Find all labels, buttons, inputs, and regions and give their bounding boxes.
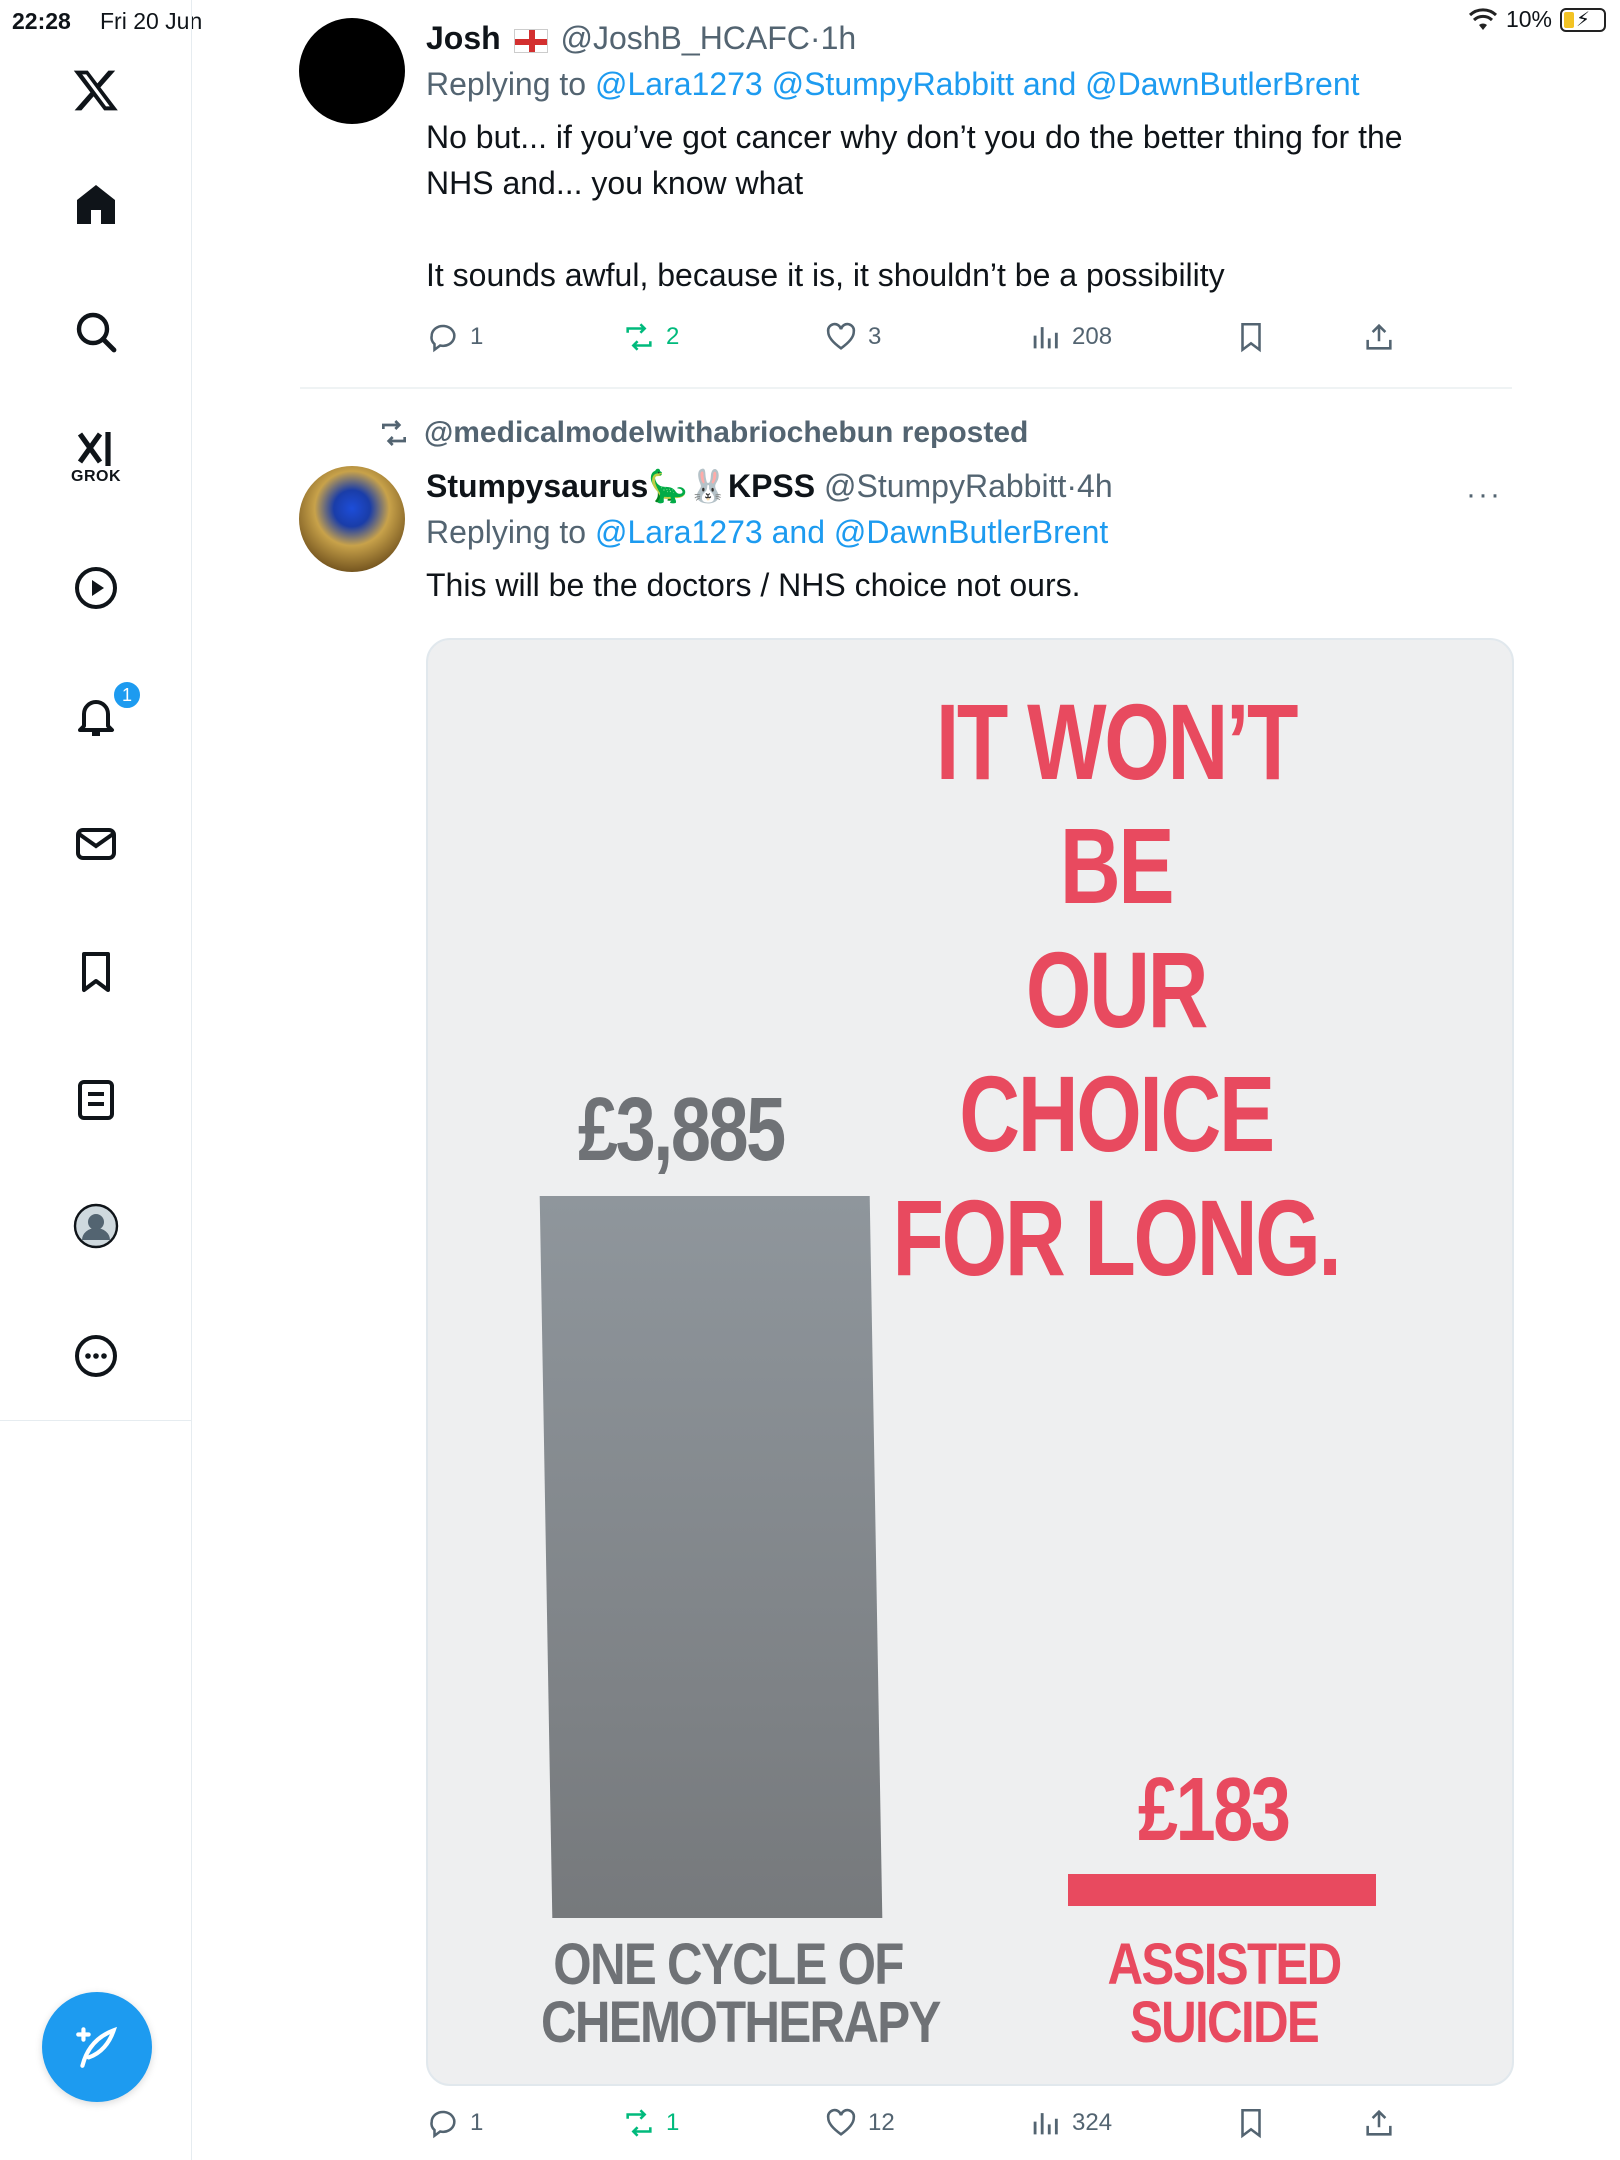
like-count: 12	[868, 2109, 895, 2136]
category-line: SUICIDE	[1129, 1990, 1320, 2055]
author-handle[interactable]: @JoshB_HCAFC	[560, 20, 809, 56]
profile-avatar-icon[interactable]	[70, 1200, 122, 1252]
video-play-icon[interactable]	[70, 562, 122, 614]
bookmark-icon	[1241, 322, 1261, 353]
repost-icon	[626, 2109, 652, 2137]
chart-category-suicide: ASSISTED SUICIDE	[1063, 1936, 1386, 2052]
england-flag-icon	[513, 28, 548, 53]
more-circle-icon[interactable]	[70, 1330, 122, 1382]
reply-button[interactable]: 1	[426, 2106, 483, 2140]
header-separator: ·	[809, 20, 821, 56]
share-button[interactable]	[1362, 2106, 1396, 2140]
category-line: ONE CYCLE OF	[553, 1932, 904, 1997]
chart-value-label-suicide: £183	[1138, 1760, 1291, 1860]
sidebar-divider	[0, 1420, 192, 1421]
tweet-text-line: It sounds awful, because it is, it shoul…	[426, 257, 1225, 293]
chart-bar-assisted-suicide	[1068, 1874, 1376, 1906]
poster-title-line: FOR LONG.	[892, 1177, 1342, 1298]
views-chart-icon	[1033, 2113, 1058, 2135]
reply-icon	[430, 2110, 456, 2139]
x-logo-icon[interactable]	[70, 64, 122, 116]
tweet-image[interactable]: IT WON’T BE OUR CHOICE FOR LONG. £3,885 …	[426, 638, 1514, 2086]
reply-count: 1	[470, 323, 484, 350]
views-count: 208	[1072, 323, 1113, 350]
repost-button[interactable]: 2	[622, 320, 679, 354]
notifications-badge: 1	[112, 680, 142, 710]
tweet-actions: 1 2 3 208	[426, 320, 1516, 364]
author-name[interactable]: Josh	[426, 20, 501, 56]
author-handle[interactable]: @StumpyRabbitt	[824, 468, 1066, 504]
share-button[interactable]	[1362, 320, 1396, 354]
replying-to-links[interactable]: @Lara1273 @StumpyRabbitt and @DawnButler…	[595, 66, 1360, 102]
share-icon	[1366, 2109, 1392, 2136]
sidebar: GROK 1	[0, 0, 192, 2160]
avatar-stumpysaurus[interactable]	[299, 466, 405, 572]
avatar-josh[interactable]	[299, 18, 405, 124]
repost-count: 2	[666, 323, 680, 350]
share-icon	[1366, 323, 1392, 350]
poster-title-line: IT WON’T BE	[935, 681, 1299, 926]
tweet-text-line: No but... if you’ve got cancer why don’t…	[426, 119, 1403, 155]
tweet-header: Stumpysaurus🦕🐰KPSS @StumpyRabbitt·4h	[426, 466, 1516, 506]
replying-to: Replying to @Lara1273 and @DawnButlerBre…	[426, 510, 1516, 554]
repost-context-label: @medicalmodelwithabriochebun reposted	[424, 416, 1029, 449]
tweet-text: No but... if you’ve got cancer why don’t…	[426, 114, 1516, 298]
heart-icon	[826, 322, 856, 350]
tweet-josh[interactable]: Josh @JoshB_HCAFC·1h Replying to @Lara12…	[299, 18, 1512, 378]
search-icon[interactable]	[70, 306, 122, 358]
repost-icon	[382, 420, 406, 446]
reply-icon	[430, 324, 456, 353]
notifications-bell-icon[interactable]: 1	[70, 680, 142, 742]
tweet-divider	[300, 387, 1512, 389]
lists-icon[interactable]	[70, 1074, 122, 1126]
bookmark-button[interactable]	[1234, 320, 1268, 354]
bookmark-icon	[1241, 2108, 1261, 2139]
like-button[interactable]: 12	[824, 2106, 895, 2140]
poster-title: IT WON’T BE OUR CHOICE FOR LONG.	[882, 680, 1350, 1300]
repost-count: 1	[666, 2109, 680, 2136]
compose-post-button[interactable]	[42, 1992, 152, 2102]
repost-context[interactable]: @medicalmodelwithabriochebun reposted	[378, 416, 1028, 450]
tweet-header: Josh @JoshB_HCAFC·1h	[426, 18, 1516, 58]
tweet-text-line: NHS and... you know what	[426, 165, 804, 201]
author-name[interactable]: Stumpysaurus🦕🐰KPSS	[426, 468, 815, 504]
reply-count: 1	[470, 2109, 484, 2136]
views-button[interactable]: 208	[1028, 320, 1112, 354]
tweet-time[interactable]: 1h	[821, 20, 857, 56]
category-line: ASSISTED	[1107, 1932, 1343, 1997]
like-button[interactable]: 3	[824, 320, 881, 354]
repost-icon	[626, 323, 652, 351]
poster-title-line: OUR CHOICE	[959, 929, 1275, 1174]
replying-to: Replying to @Lara1273 @StumpyRabbitt and…	[426, 62, 1516, 106]
views-chart-icon	[1033, 327, 1058, 349]
chart-bar-chemotherapy	[539, 1196, 883, 1918]
compose-feather-icon	[76, 2026, 118, 2068]
like-count: 3	[868, 323, 882, 350]
home-icon[interactable]	[70, 178, 122, 230]
bookmark-button[interactable]	[1234, 2106, 1268, 2140]
replying-to-label: Replying to	[426, 66, 587, 102]
views-button[interactable]: 324	[1028, 2106, 1112, 2140]
grok-icon[interactable]: GROK	[70, 424, 122, 485]
category-line: CHEMOTHERAPY	[541, 1990, 941, 2055]
replying-to-links[interactable]: @Lara1273 and @DawnButlerBrent	[595, 514, 1108, 550]
chart-category-chemo: ONE CYCLE OF CHEMOTHERAPY	[541, 1932, 941, 2055]
repost-button[interactable]: 1	[622, 2106, 679, 2140]
header-separator: ·	[1066, 468, 1078, 504]
tweet-time[interactable]: 4h	[1077, 468, 1113, 504]
views-count: 324	[1072, 2109, 1113, 2136]
messages-envelope-icon[interactable]	[70, 818, 122, 870]
battery-charging-icon: ⚡	[1560, 7, 1606, 32]
grok-label: GROK	[71, 468, 121, 485]
chart-value-label-chemo: £3,885	[578, 1080, 786, 1180]
heart-icon	[826, 2108, 856, 2136]
bookmarks-icon[interactable]	[70, 946, 122, 998]
replying-to-label: Replying to	[426, 514, 587, 550]
reply-button[interactable]: 1	[426, 320, 483, 354]
tweet-actions: 1 1 12 324	[426, 2106, 1516, 2150]
tweet-text: This will be the doctors / NHS choice no…	[426, 567, 1081, 603]
